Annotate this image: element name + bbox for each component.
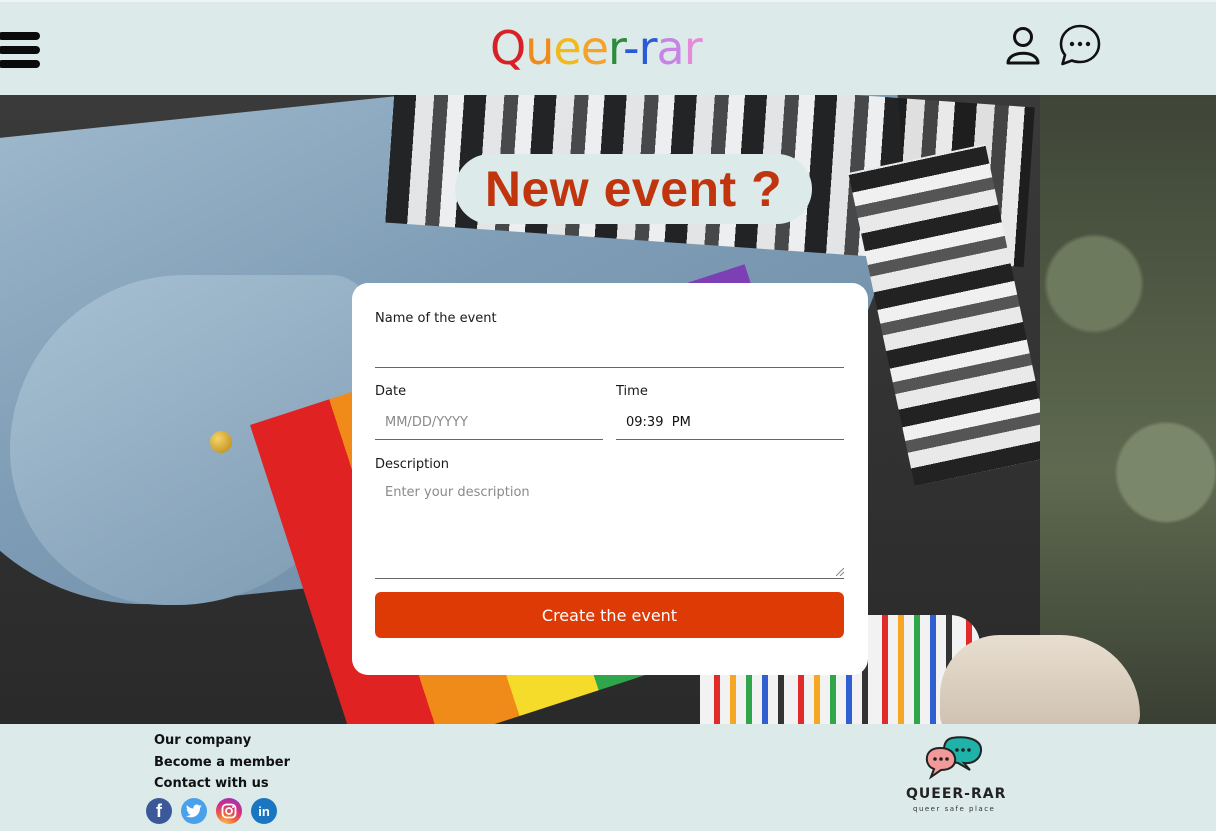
facebook-icon[interactable]: f [146,798,172,824]
logo-letter: Q [490,21,526,75]
logo-letter: e [553,21,581,75]
user-icon[interactable] [1004,26,1042,66]
event-name-input[interactable] [375,337,844,368]
chat-icon[interactable] [1058,23,1102,67]
linkedin-icon[interactable]: in [251,798,277,824]
footer-link-our-company[interactable]: Our company [154,733,251,748]
queer-rar-chat-logo-icon [925,736,983,780]
hamburger-icon[interactable] [0,32,42,74]
footer-brand-name: QUEER-RAR [906,786,1007,802]
logo-letter: r [608,21,624,75]
date-input[interactable] [375,406,603,440]
description-textarea[interactable] [375,479,844,579]
create-event-button[interactable]: Create the event [375,592,844,638]
description-label: Description [375,457,450,472]
footer-tagline: queer safe place [913,805,996,813]
date-label: Date [375,384,407,399]
new-event-form: Name of the event Date Time Description … [352,283,868,675]
event-name-label: Name of the event [375,311,497,326]
logo-letter: r [638,21,658,75]
site-footer: Our company Become a member Contact with… [0,724,1216,831]
resize-handle-icon[interactable] [836,568,844,576]
logo-letter: a [656,21,685,75]
footer-link-become-member[interactable]: Become a member [154,755,290,770]
footer-link-contact[interactable]: Contact with us [154,776,269,791]
page-title-pill: New event ? [455,154,812,224]
twitter-icon[interactable] [181,798,207,824]
page-title: New event ? [484,161,783,217]
site-header: Queer-rar [0,0,1216,95]
logo-letter: - [622,21,640,75]
logo-letter: r [683,21,703,75]
logo-letter: e [580,21,609,75]
time-label: Time [616,384,648,399]
site-logo[interactable]: Queer-rar [490,18,703,78]
logo-letter: u [525,21,554,75]
time-input[interactable] [616,406,844,440]
instagram-icon[interactable] [216,798,242,824]
